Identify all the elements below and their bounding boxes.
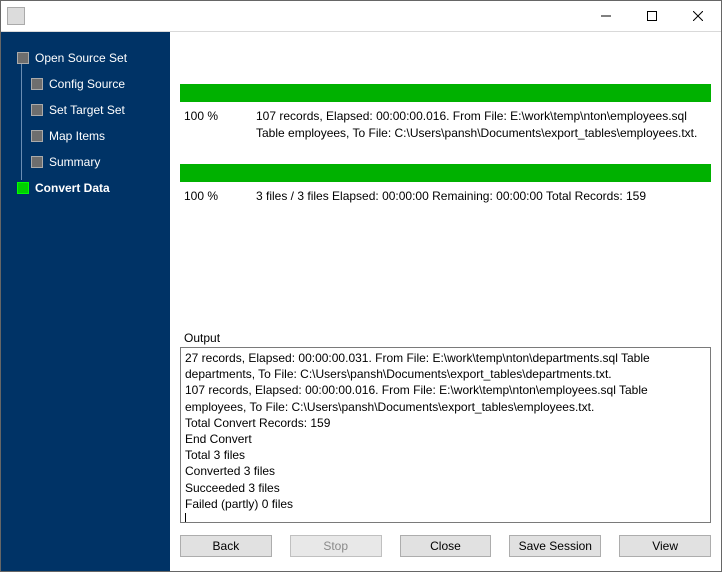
back-button[interactable]: Back — [180, 535, 272, 557]
close-button[interactable]: Close — [400, 535, 492, 557]
button-bar: Back Stop Close Save Session View — [180, 523, 711, 563]
wizard-step-label: Config Source — [49, 77, 125, 91]
wizard-step[interactable]: Set Target Set — [31, 100, 164, 120]
wizard-step-label: Set Target Set — [49, 103, 125, 117]
wizard-step-label: Summary — [49, 155, 100, 169]
output-textbox[interactable]: 27 records, Elapsed: 00:00:00.031. From … — [180, 347, 711, 523]
titlebar — [1, 1, 721, 31]
app-window: Open Source Set Config Source Set Target S… — [0, 0, 722, 572]
wizard-step-label: Map Items — [49, 129, 105, 143]
step-marker-icon — [31, 130, 43, 142]
step-marker-icon — [31, 156, 43, 168]
text-cursor — [185, 513, 186, 523]
stop-button[interactable]: Stop — [290, 535, 382, 557]
progress-percent-current: 100 % — [184, 108, 256, 142]
maximize-button[interactable] — [629, 1, 675, 31]
wizard-step-label: Open Source Set — [35, 51, 127, 65]
close-window-button[interactable] — [675, 1, 721, 31]
step-marker-icon — [17, 52, 29, 64]
wizard-sidebar: Open Source Set Config Source Set Target S… — [1, 32, 170, 571]
output-line: 107 records, Elapsed: 00:00:00.016. From… — [185, 382, 706, 414]
progress-percent-total: 100 % — [184, 188, 256, 205]
progress-detail-current: 107 records, Elapsed: 00:00:00.016. From… — [256, 108, 707, 142]
progress-bar-current — [180, 84, 711, 102]
wizard-step[interactable]: Config Source — [31, 74, 164, 94]
output-line: 27 records, Elapsed: 00:00:00.031. From … — [185, 350, 706, 382]
wizard-step[interactable]: Open Source Set — [17, 48, 164, 68]
wizard-step[interactable]: Map Items — [31, 126, 164, 146]
wizard-step-label: Convert Data — [35, 181, 110, 195]
step-marker-active-icon — [17, 182, 29, 194]
view-button[interactable]: View — [619, 535, 711, 557]
progress-bar-total — [180, 164, 711, 182]
window-controls — [583, 1, 721, 31]
output-line: Total 3 files — [185, 447, 706, 463]
output-label: Output — [180, 331, 711, 347]
save-session-button[interactable]: Save Session — [509, 535, 601, 557]
output-line: Total Convert Records: 159 — [185, 415, 706, 431]
output-line: Failed (partly) 0 files — [185, 496, 706, 512]
step-marker-icon — [31, 78, 43, 90]
app-icon — [7, 7, 25, 25]
output-line: Succeeded 3 files — [185, 480, 706, 496]
minimize-button[interactable] — [583, 1, 629, 31]
progress-detail-total: 3 files / 3 files Elapsed: 00:00:00 Rema… — [256, 188, 707, 205]
wizard-step[interactable]: Convert Data — [17, 178, 164, 198]
step-marker-icon — [31, 104, 43, 116]
main-panel: 100 % 107 records, Elapsed: 00:00:00.016… — [170, 32, 721, 571]
output-line: Converted 3 files — [185, 463, 706, 479]
wizard-step[interactable]: Summary — [31, 152, 164, 172]
output-line: End Convert — [185, 431, 706, 447]
